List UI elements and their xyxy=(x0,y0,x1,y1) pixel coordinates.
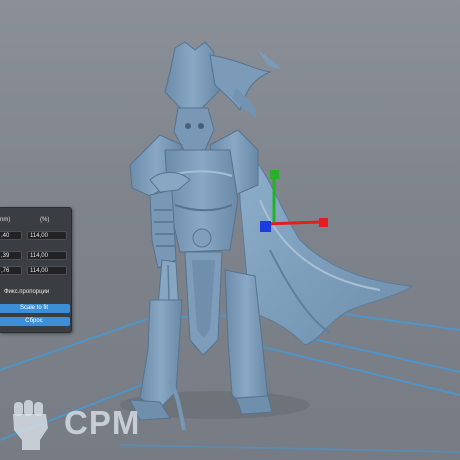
watermark-text: CPM xyxy=(64,404,141,441)
reset-button[interactable]: Сброс xyxy=(0,317,70,326)
lock-proportions-label[interactable]: Фикс.пропорции xyxy=(4,289,49,295)
gizmo-x-axis[interactable] xyxy=(265,220,321,226)
scale-x-field[interactable]: 114,00 xyxy=(27,231,67,240)
scale-z-field[interactable]: 114,00 xyxy=(27,266,67,275)
column-header-percent: (%) xyxy=(40,217,50,223)
column-header-mm: nm) xyxy=(0,217,11,223)
gizmo-z-handle[interactable] xyxy=(260,221,271,232)
model-arm xyxy=(149,189,177,269)
size-z-field[interactable]: ,76 xyxy=(0,266,22,275)
model-helmet-crest xyxy=(164,41,221,111)
size-y-field[interactable]: ,39 xyxy=(0,251,22,260)
scale-panel: nm) (%) ,40 114,00 ,39 114,00 ,76 114,00… xyxy=(0,207,72,333)
scale-y-field[interactable]: 114,00 xyxy=(27,251,67,260)
scale-to-fit-button[interactable]: Scale to fit xyxy=(0,304,70,313)
model-cape xyxy=(237,138,414,346)
knight-model[interactable] xyxy=(129,41,414,431)
size-x-field[interactable]: ,40 xyxy=(0,231,22,240)
